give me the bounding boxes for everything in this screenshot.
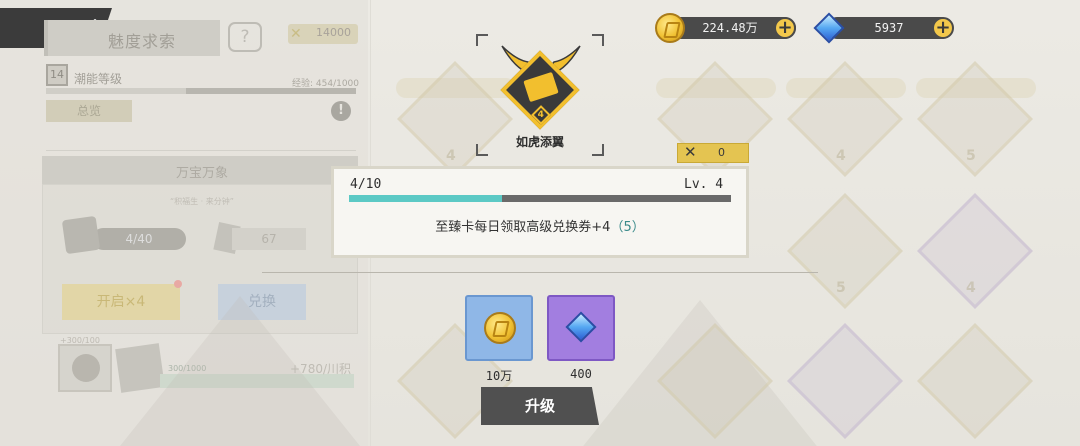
- medal-progress-text: 4/10: [350, 177, 382, 192]
- help-chat-icon[interactable]: ?: [228, 22, 262, 52]
- medal-slot[interactable]: [917, 323, 1033, 439]
- medal-progress-fill: [349, 195, 502, 202]
- ticket-counter-top: ✕ 14000: [288, 24, 358, 44]
- divider: [46, 150, 356, 151]
- selection-bracket: [592, 34, 604, 46]
- ticket-counter: ✕ 0: [677, 143, 749, 163]
- ticket-icon: ✕: [290, 26, 302, 42]
- background-shape: [120, 296, 360, 446]
- coin-icon: [484, 312, 516, 344]
- selected-medal-name: 如虎添翼: [515, 135, 564, 149]
- coin-icon: [655, 13, 685, 43]
- medal-level: 4: [836, 148, 846, 164]
- card-header: 万宝万象: [42, 156, 358, 184]
- notification-dot: [174, 280, 182, 288]
- avatar[interactable]: [58, 344, 112, 392]
- cube-icon: [61, 215, 101, 255]
- medal-level-text: Lv. 4: [684, 177, 724, 192]
- level-name: 潮能等级: [74, 72, 123, 86]
- medal-progress-bar: [349, 195, 731, 202]
- benefit-text: 至臻卡每日领取高级兑换券+4（5）: [435, 220, 645, 235]
- add-coins-button[interactable]: +: [774, 17, 796, 39]
- box-counter: 67: [232, 228, 306, 250]
- medal-level: 5: [966, 148, 976, 164]
- card-subtitle: “积福生 · 来分钟”: [170, 197, 234, 206]
- crystal-icon: [565, 311, 597, 343]
- crystal-cost-amount: 400: [570, 367, 592, 381]
- selection-bracket: [476, 34, 488, 46]
- medal-level: 4: [446, 148, 456, 164]
- add-crystals-button[interactable]: +: [932, 17, 954, 39]
- crystal-cost-slot[interactable]: [547, 295, 615, 361]
- coin-cost-slot[interactable]: [465, 295, 533, 361]
- level-badge: 14: [46, 64, 68, 86]
- upgrade-button[interactable]: 升级: [481, 387, 599, 425]
- section-title: 魅度求索: [44, 20, 220, 56]
- medal-level: 4: [966, 280, 976, 296]
- divider: [262, 272, 818, 273]
- ticket-icon: ✕: [684, 143, 697, 161]
- details-button[interactable]: 总览: [46, 100, 132, 122]
- medal-level: 5: [836, 280, 846, 296]
- pill-counter: 4/40: [92, 228, 186, 250]
- level-progress-bar: [46, 88, 356, 94]
- info-icon[interactable]: !: [331, 101, 351, 121]
- coin-cost-amount: 10万: [485, 369, 513, 383]
